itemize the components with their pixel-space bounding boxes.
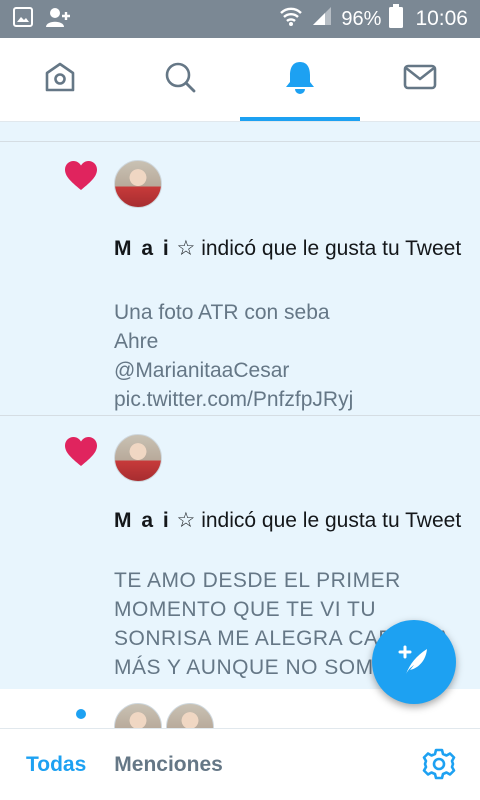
mail-icon <box>403 63 437 96</box>
tab-search[interactable] <box>120 38 240 121</box>
avatar[interactable] <box>114 703 162 728</box>
star-glyph: ☆ <box>176 509 196 532</box>
compose-tweet-button[interactable] <box>372 620 456 704</box>
avatar[interactable] <box>114 434 162 482</box>
action-text: indicó que le gusta tu Tweet <box>201 237 462 260</box>
heart-icon <box>64 436 98 473</box>
clock: 10:06 <box>415 7 468 30</box>
image-notification-icon <box>12 6 34 33</box>
tweet-line: Una foto ATR con seba <box>114 301 330 324</box>
unread-dot <box>76 709 86 719</box>
notifications-filter-bar: Todas Menciones <box>0 728 480 800</box>
battery-icon <box>389 4 404 34</box>
user-name[interactable]: M a i <box>114 509 171 532</box>
avatar[interactable] <box>166 703 214 728</box>
tweet-preview[interactable]: Una foto ATR con seba Ahre @MarianitaaCe… <box>114 298 464 414</box>
notification-item[interactable]: M a i ☆ indicó que le gusta tu Tweet Una… <box>0 142 480 416</box>
gear-icon[interactable] <box>422 747 456 786</box>
battery-percent: 96% <box>341 7 382 30</box>
compose-quill-icon <box>394 640 434 685</box>
tab-messages[interactable] <box>360 38 480 121</box>
notification-text: M a i ☆ indicó que le gusta tu Tweet <box>114 234 464 264</box>
tab-all[interactable]: Todas <box>0 753 104 777</box>
notification-text: M a i ☆ indicó que le gusta tu Tweet <box>114 506 464 536</box>
tab-mentions[interactable]: Menciones <box>104 753 241 777</box>
wifi-icon <box>279 5 303 33</box>
star-glyph: ☆ <box>176 237 196 260</box>
heart-icon <box>64 160 98 197</box>
action-text: indicó que le gusta tu Tweet <box>201 509 462 532</box>
tweet-mention: @MarianitaaCesar <box>114 359 290 382</box>
signal-icon <box>311 5 333 33</box>
avatar[interactable] <box>114 160 162 208</box>
bell-icon <box>283 59 317 100</box>
add-contact-notification-icon <box>46 6 72 33</box>
home-icon <box>43 60 77 99</box>
status-bar: 96% 10:06 <box>0 0 480 38</box>
top-tab-bar <box>0 38 480 122</box>
tweet-line: Ahre <box>114 330 159 353</box>
search-icon <box>163 60 197 99</box>
user-name[interactable]: M a i <box>114 237 171 260</box>
tweet-line: TE AMO DESDE EL PRIMER <box>114 569 401 592</box>
previous-notification-edge <box>0 122 480 142</box>
tab-notifications[interactable] <box>240 38 360 121</box>
tab-home[interactable] <box>0 38 120 121</box>
tweet-link: pic.twitter.com/PnfzfpJRyj <box>114 388 354 411</box>
